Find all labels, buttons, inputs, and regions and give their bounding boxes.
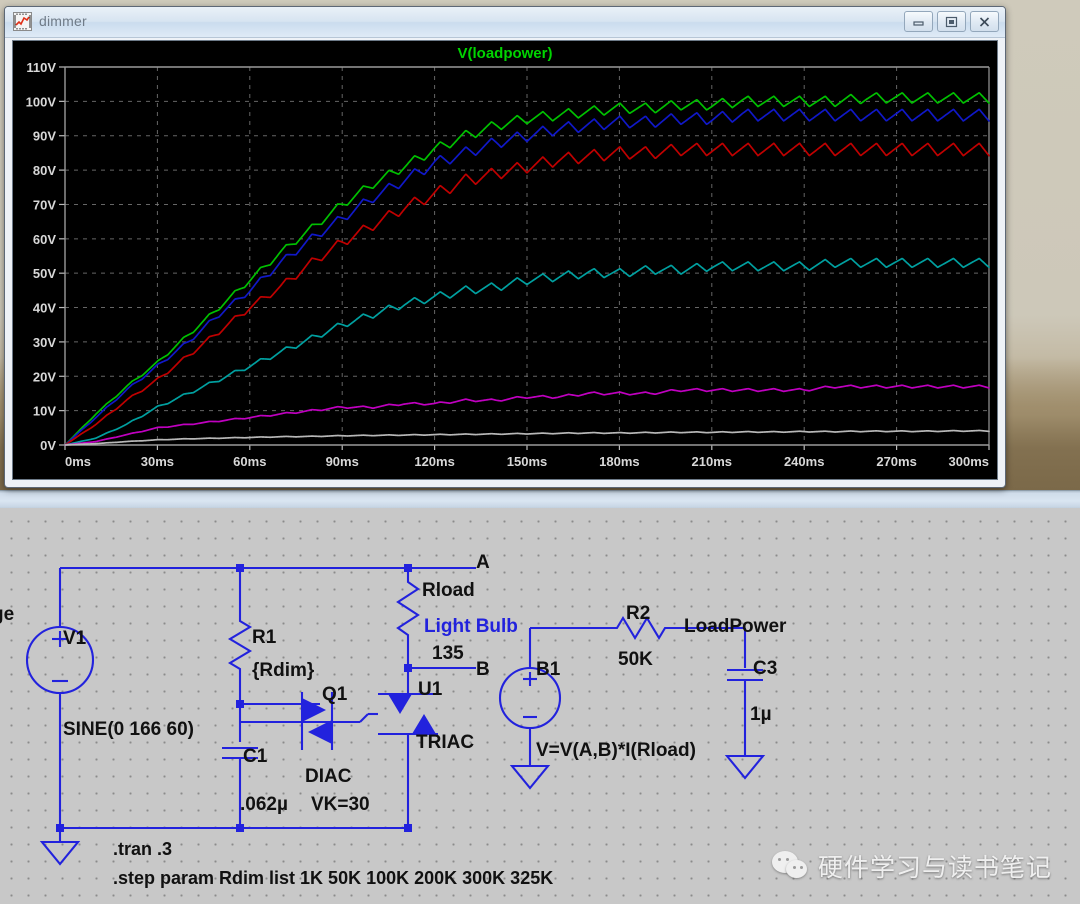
v1-label: V1 <box>63 628 87 649</box>
x-axis-tick-label: 120ms <box>414 454 454 469</box>
r1-label: R1 <box>252 627 277 648</box>
net-clipped: ge <box>0 604 14 625</box>
y-axis-tick-label: 30V <box>33 335 56 350</box>
chart-title: V(loadpower) <box>457 45 552 62</box>
x-axis-tick-label: 0ms <box>65 454 91 469</box>
tran-directive[interactable]: .tran .3 <box>113 839 172 859</box>
u1-type: TRIAC <box>416 732 474 753</box>
y-axis-tick-label: 10V <box>33 404 56 419</box>
y-axis-tick-label: 70V <box>33 197 56 212</box>
y-axis-tick-label: 110V <box>26 60 56 75</box>
u1-label: U1 <box>418 679 443 700</box>
circuit-schematic[interactable]: .w{stroke:#2222dd;stroke-width:2.1;fill:… <box>0 508 1080 904</box>
y-axis-tick-label: 90V <box>33 129 56 144</box>
taskbar[interactable] <box>0 490 1080 509</box>
c1-label: C1 <box>243 746 268 767</box>
y-axis-tick-label: 20V <box>33 369 56 384</box>
waveform-viewer-window[interactable]: dimmer V(loadpower) 0V 10V 20V 30V 40V 50V 60V 7… <box>4 6 1006 488</box>
b1-value: V=V(A,B)*I(Rload) <box>536 740 696 761</box>
y-axis-tick-label: 60V <box>33 232 56 247</box>
y-axis-tick-label: 100V <box>26 94 57 109</box>
x-axis-tick-label: 60ms <box>233 454 266 469</box>
waveform-icon <box>13 12 32 31</box>
c3-value: 1µ <box>750 704 772 725</box>
minimize-button[interactable] <box>904 11 933 32</box>
c1-value: .062µ <box>240 794 288 815</box>
q1-label: Q1 <box>322 684 348 705</box>
y-axis-tick-label: 40V <box>33 301 56 316</box>
v1-value: SINE(0 166 60) <box>63 719 194 740</box>
rload-comment: Light Bulb <box>424 616 518 637</box>
r2-value: 50K <box>618 649 653 670</box>
b1-label: B1 <box>536 659 561 680</box>
x-axis-tick-label: 180ms <box>599 454 639 469</box>
window-controls <box>904 11 999 32</box>
net-b: B <box>476 659 490 680</box>
r1-value: {Rdim} <box>252 660 315 681</box>
x-axis-tick-label: 270ms <box>876 454 916 469</box>
x-axis-tick-label: 30ms <box>141 454 174 469</box>
x-axis-tick-label: 300ms <box>949 454 989 469</box>
rload-value: 135 <box>432 643 464 664</box>
y-axis-tick-label: 80V <box>33 163 56 178</box>
x-axis-tick-label: 90ms <box>326 454 359 469</box>
c3-label: C3 <box>753 658 777 679</box>
net-a: A <box>476 552 490 573</box>
window-title: dimmer <box>39 13 87 29</box>
y-axis-tick-label: 0V <box>40 438 56 453</box>
x-axis-tick-label: 240ms <box>784 454 824 469</box>
schematic-editor-area[interactable]: .w{stroke:#2222dd;stroke-width:2.1;fill:… <box>0 508 1080 904</box>
y-axis-tick-label: 50V <box>33 266 56 281</box>
window-titlebar[interactable]: dimmer <box>5 7 1005 38</box>
close-button[interactable] <box>970 11 999 32</box>
step-directive[interactable]: .step param Rdim list 1K 50K 100K 200K 3… <box>113 868 553 888</box>
r2-label: R2 <box>626 603 650 624</box>
rload-label: Rload <box>422 580 475 601</box>
q1-type: DIAC <box>305 766 352 787</box>
waveform-plot-area[interactable]: V(loadpower) 0V 10V 20V 30V 40V 50V 60V 70V 80V 90… <box>12 40 998 480</box>
x-axis-tick-label: 150ms <box>507 454 547 469</box>
net-loadpower: LoadPower <box>684 616 787 637</box>
maximize-button[interactable] <box>937 11 966 32</box>
x-axis-tick-label: 210ms <box>692 454 732 469</box>
waveform-chart: V(loadpower) 0V 10V 20V 30V 40V 50V 60V 70V 80V 90… <box>13 41 997 479</box>
q1-value: VK=30 <box>311 794 370 815</box>
